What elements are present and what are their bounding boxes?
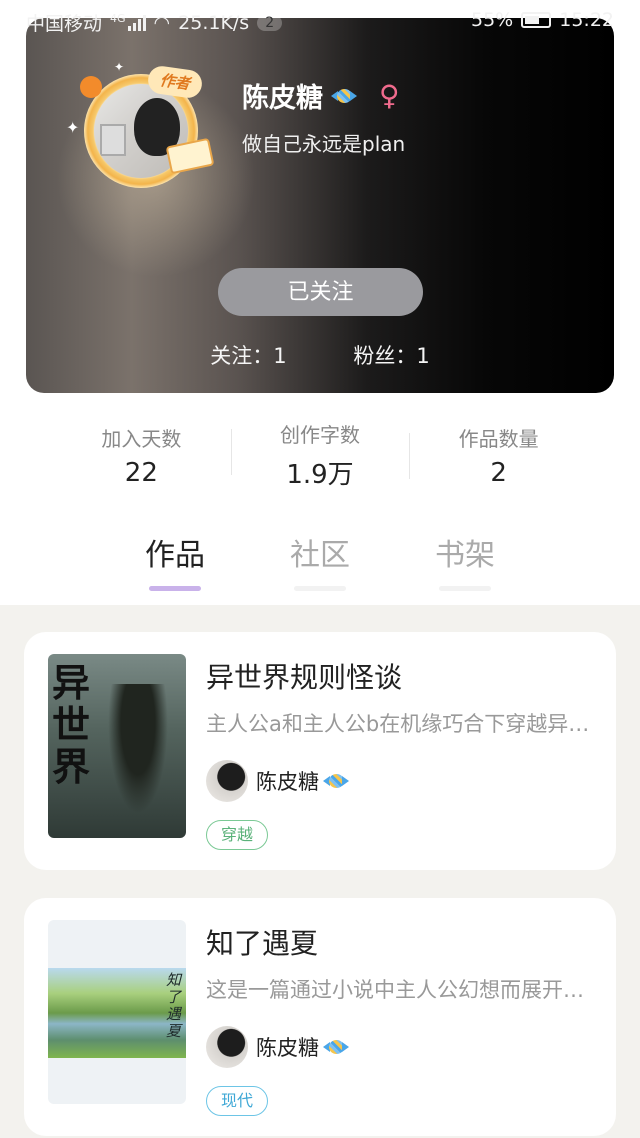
battery-icon: [521, 12, 552, 28]
stat-word-count: 创作字数 1.9万: [230, 419, 410, 491]
battery-percent: 55%: [471, 9, 514, 31]
work-cover[interactable]: 知了遇夏: [48, 920, 186, 1104]
stat-label: 创作字数: [280, 423, 360, 447]
author-name-row: 陈皮糖: [256, 1032, 349, 1062]
clock: 15:22: [559, 9, 614, 31]
tab-label: 书架: [435, 538, 495, 573]
candy-badge-icon: [80, 76, 102, 98]
author-avatar: [206, 760, 248, 802]
author-name: 陈皮糖: [256, 1036, 319, 1060]
following-count[interactable]: 关注：1: [210, 344, 286, 368]
status-bar: 中国移动 4G ◠ 25.1K/s 2 55% 15:22: [0, 0, 640, 44]
work-description: 主人公a和主人公b在机缘巧合下穿越异世界: [206, 712, 596, 736]
work-author[interactable]: 陈皮糖: [206, 760, 349, 802]
tab-label: 社区: [290, 538, 350, 573]
tab-community[interactable]: 社区: [270, 530, 370, 591]
tab-label: 作品: [145, 538, 205, 573]
stat-join-days: 加入天数 22: [52, 423, 231, 488]
genre-tag[interactable]: 现代: [206, 1086, 269, 1116]
sparkle-icon: ✦: [114, 60, 125, 74]
wifi-icon: ◠: [153, 11, 171, 34]
work-card[interactable]: 异世界 异世界规则怪谈 主人公a和主人公b在机缘巧合下穿越异世界 陈皮糖 穿越: [24, 632, 616, 870]
cover-tree: [108, 684, 168, 814]
work-cover[interactable]: 异世界: [48, 654, 186, 838]
work-title[interactable]: 知了遇夏: [206, 922, 318, 962]
author-name: 陈皮糖: [256, 770, 319, 794]
network-speed: 25.1K/s: [178, 11, 250, 34]
tab-bar: 作品 社区 书架: [0, 530, 640, 600]
carrier-name: 中国移动: [26, 13, 103, 35]
follow-button[interactable]: 已关注: [218, 268, 423, 316]
cover-title: 知了遇夏: [166, 971, 182, 1040]
candy-icon: [323, 771, 349, 791]
genre-tag[interactable]: 穿越: [206, 820, 269, 850]
work-description: 这是一篇通过小说中主人公幻想而展开的故事: [206, 978, 596, 1002]
tab-indicator: [149, 586, 201, 591]
sparkle-icon: ✦: [66, 118, 80, 137]
work-title[interactable]: 异世界规则怪谈: [206, 656, 402, 696]
tab-works[interactable]: 作品: [125, 530, 225, 591]
fans-count[interactable]: 粉丝：1: [353, 344, 429, 368]
user-name: 陈皮糖: [242, 83, 323, 114]
stats-card: 加入天数 22 创作字数 1.9万 作品数量 2: [52, 394, 588, 516]
author-avatar: [206, 1026, 248, 1068]
stat-value: 2: [490, 457, 507, 488]
work-author[interactable]: 陈皮糖: [206, 1026, 349, 1068]
tab-indicator: [439, 586, 491, 591]
tab-bookshelf[interactable]: 书架: [415, 530, 515, 591]
author-name-row: 陈皮糖: [256, 766, 349, 796]
user-motto: 做自己永远是plan: [242, 132, 406, 156]
network-type: 4G: [110, 12, 126, 25]
candy-icon: [331, 86, 357, 106]
stat-label: 作品数量: [458, 426, 539, 451]
cover-title: 异世界: [52, 660, 91, 789]
work-card[interactable]: 知了遇夏 知了遇夏 这是一篇通过小说中主人公幻想而展开的故事 陈皮糖 现代: [24, 898, 616, 1136]
candy-icon: [323, 1037, 349, 1057]
user-name-row: 陈皮糖 ♀: [242, 76, 400, 115]
stat-value: 22: [124, 457, 158, 488]
avatar-picture-frame: [100, 124, 126, 156]
stat-value: 1.9万: [286, 460, 354, 490]
notification-badge: 2: [257, 14, 283, 31]
stat-label: 加入天数: [101, 426, 182, 451]
stat-work-count: 作品数量 2: [409, 423, 588, 488]
follow-stats: 关注：1 粉丝：1: [26, 340, 614, 370]
profile-header: 作者 ✦ ✦ 陈皮糖 ♀ 做自己永远是plan 已关注 关注：1 粉丝：1: [26, 18, 614, 393]
signal-icon: [127, 14, 146, 31]
female-icon: ♀: [379, 79, 400, 112]
tab-indicator: [294, 586, 346, 591]
